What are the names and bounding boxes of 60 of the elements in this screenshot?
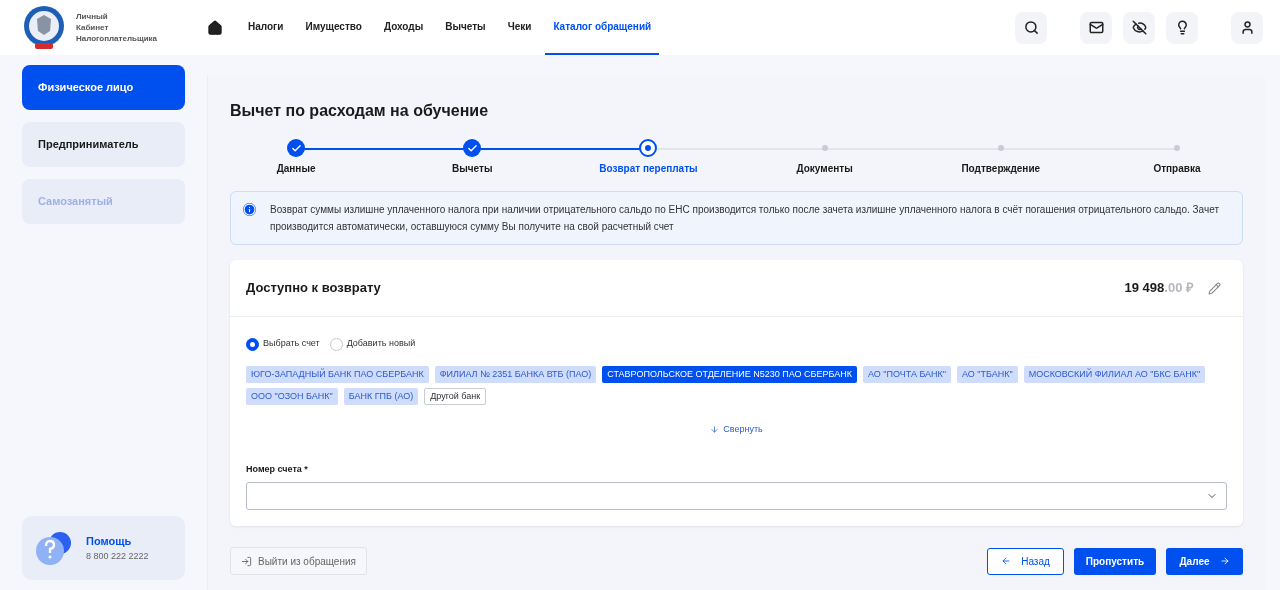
bank-chip[interactable]: АО "ТБАНК": [957, 366, 1018, 383]
bank-chip[interactable]: БАНК ГПБ (АО): [343, 388, 419, 405]
sidebar-item[interactable]: Физическое лицо: [22, 65, 185, 110]
step-label: Данные: [276, 162, 316, 176]
page-title: Вычет по расходам на обучение: [230, 101, 490, 121]
step-label: Документы: [796, 162, 853, 176]
bank-chip[interactable]: ФИЛИАЛ № 2351 БАНКА ВТБ (ПАО): [434, 366, 597, 383]
info-text: Возврат суммы излишне уплаченного налога при наличии отрицательного сальдо по ЕНС производится только после зачета излишне уплаченного налога в счёт погашения отрицательного сальдо. Зачет производится автоматически, оставшуюся сумму Вы получите на свой расчетный счет: [270, 203, 1220, 234]
bank-chip[interactable]: ООО "ОЗОН БАНК": [246, 388, 338, 405]
help-card[interactable]: Помощь 8 800 222 2222: [22, 516, 185, 580]
radio-option[interactable]: Добавить новый: [329, 337, 416, 351]
collapse-link[interactable]: Свернуть: [710, 423, 763, 437]
mail-icon: [1088, 20, 1104, 35]
hidden-eye-button[interactable]: [1123, 11, 1155, 44]
mail-button[interactable]: [1080, 11, 1112, 44]
logo-text: Личный: [76, 11, 109, 22]
nav-tab[interactable]: Имущество: [297, 0, 370, 55]
step-label: Вычеты: [452, 162, 493, 176]
bank-chip[interactable]: АО "ПОЧТА БАНК": [862, 366, 952, 383]
back-button[interactable]: Назад: [987, 547, 1064, 575]
exit-icon: [241, 555, 252, 567]
arrow-right-icon: [1219, 556, 1230, 566]
info-icon: [243, 203, 256, 216]
logo-text: Кабинет: [76, 22, 110, 33]
step-label: Отправка: [1153, 162, 1201, 176]
account-label: Номер счета *: [246, 462, 309, 476]
nav-tab[interactable]: Налоги: [240, 0, 292, 55]
logo-text: Налогоплательщика: [76, 33, 158, 44]
help-phone: 8 800 222 2222: [86, 549, 149, 563]
step-label: Возврат переплаты: [599, 162, 698, 176]
nav-tab[interactable]: Каталог обращений: [545, 0, 660, 55]
help-title: Помощь: [86, 534, 133, 549]
help-question-icon: [34, 529, 74, 567]
user-button[interactable]: [1231, 11, 1263, 44]
next-button[interactable]: Далее: [1166, 547, 1243, 575]
arrow-left-icon: [1001, 556, 1012, 566]
bank-chip[interactable]: МОСКОВСКИЙ ФИЛИАЛ АО "БКС БАНК": [1023, 366, 1206, 383]
step-label: Подтверждение: [961, 162, 1041, 176]
hidden-eye-icon: [1131, 20, 1147, 35]
amount-value: 19 498: [1124, 279, 1165, 298]
user-icon: [1239, 20, 1255, 35]
emblem-logo: [22, 4, 66, 51]
search-button[interactable]: [1015, 11, 1047, 44]
nav-tab[interactable]: Вычеты: [437, 0, 494, 55]
bank-chip[interactable]: Другой банк: [424, 388, 487, 405]
card-title: Доступно к возврату: [246, 279, 381, 298]
arrow-down-icon: [710, 425, 720, 435]
skip-button[interactable]: Пропустить: [1074, 547, 1156, 575]
search-icon: [1023, 20, 1039, 35]
bank-chip[interactable]: СТАВРОПОЛЬСКОЕ ОТДЕЛЕНИЕ N5230 ПАО СБЕРБАНК: [602, 366, 857, 383]
amount-fraction: .00 ₽: [1164, 279, 1194, 298]
edit-icon[interactable]: [1208, 281, 1221, 295]
radio-option[interactable]: Выбрать счет: [246, 337, 320, 351]
sidebar-item[interactable]: Предприниматель: [22, 122, 185, 167]
lightbulb-button[interactable]: [1166, 11, 1198, 44]
exit-button[interactable]: Выйти из обращения: [230, 547, 367, 575]
nav-tab[interactable]: Чеки: [499, 0, 540, 55]
home-icon[interactable]: [207, 19, 223, 36]
nav-tab[interactable]: Доходы: [375, 0, 432, 55]
bank-chip[interactable]: ЮГО-ЗАПАДНЫЙ БАНК ПАО СБЕРБАНК: [246, 366, 429, 383]
